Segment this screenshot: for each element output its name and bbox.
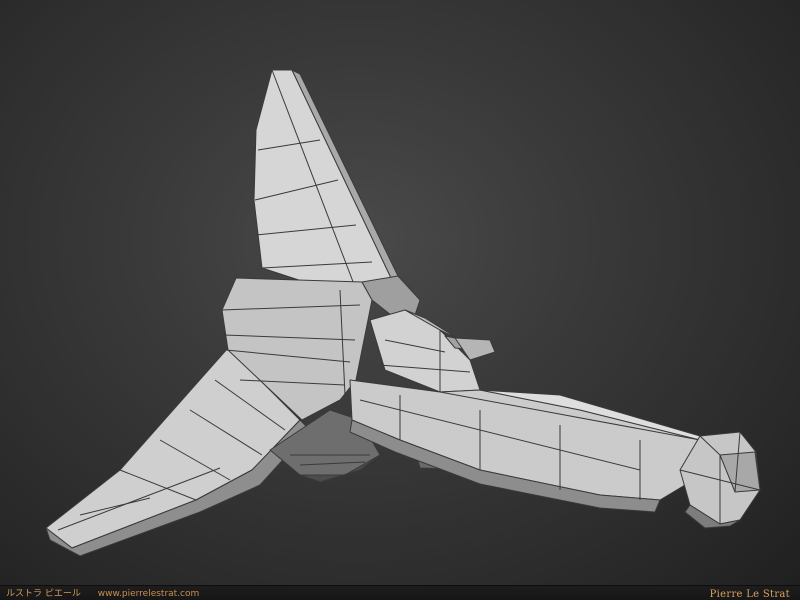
main-fuselage (349, 379, 711, 513)
website-link[interactable]: www.pierrelestrat.com (98, 589, 200, 599)
author-signature: Pierre Le Strat (709, 589, 790, 600)
credit-left: ルストラ ピエール www.pierrelestrat.com (6, 586, 199, 599)
japanese-name-text: ルストラ ピエール (6, 589, 81, 599)
wireframe-shuttle-model (45, 69, 761, 557)
dorsal-wing (253, 69, 399, 301)
render-viewport: ルストラ ピエール www.pierrelestrat.com Pierre L… (0, 0, 800, 600)
credits-bar: ルストラ ピエール www.pierrelestrat.com Pierre L… (0, 585, 800, 600)
